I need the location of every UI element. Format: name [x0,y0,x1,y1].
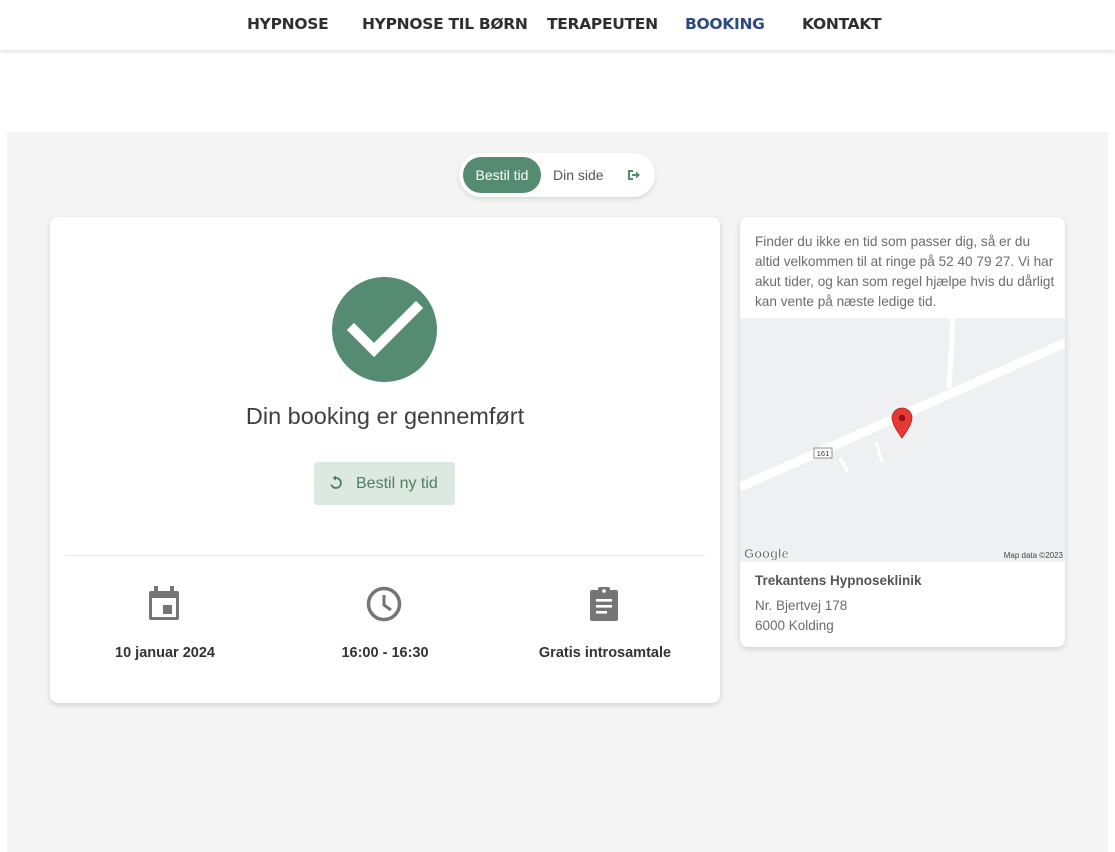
nav-item-hypnose[interactable]: HYPNOSE [247,15,329,33]
nav-item-terapeuten[interactable]: TERAPEUTEN [547,15,658,33]
address-city: 6000 Kolding [755,618,834,633]
nav-item-booking[interactable]: BOOKING [685,15,765,33]
call-info-text: Finder du ikke en tid som passer dig, så… [755,234,1055,309]
booking-confirmation-card: Din booking er gennemført Bestil ny tid … [50,217,720,703]
logout-icon[interactable] [625,167,641,183]
nav-item-hypnose-til-born[interactable]: HYPNOSE TIL BØRN [362,15,528,33]
clock-icon [366,586,402,622]
google-logo: Google [744,546,789,561]
booking-date: 10 januar 2024 [115,645,215,661]
map-attribution: Map data ©2023 [1004,551,1064,560]
book-time-tab[interactable]: Bestil tid [463,157,541,193]
address-street: Nr. Bjertvej 178 [755,598,848,613]
booking-time: 16:00 - 16:30 [341,645,429,661]
location-map[interactable]: 161 Google Map data ©2023 [740,318,1065,562]
booking-view-toggle: Bestil tid Din side [459,153,655,197]
clipboard-icon [590,587,618,621]
top-navigation: HYPNOSE HYPNOSE TIL BØRN TERAPEUTEN BOOK… [0,0,1115,50]
refresh-icon [330,475,342,489]
check-circle-icon [332,277,437,382]
confirmation-title: Din booking er gennemført [245,403,525,429]
road-number: 161 [817,449,830,458]
calendar-icon [149,586,179,620]
clinic-name: Trekantens Hypnoseklinik [755,573,922,588]
my-page-tab[interactable]: Din side [553,157,604,193]
nav-item-kontakt[interactable]: KONTAKT [802,15,882,33]
clinic-info-card: Finder du ikke en tid som passer dig, så… [740,217,1065,647]
divider [65,555,705,556]
book-new-time-label: Bestil ny tid [356,475,438,492]
book-new-time-button[interactable]: Bestil ny tid [314,462,455,505]
booking-service: Gratis introsamtale [538,645,672,661]
